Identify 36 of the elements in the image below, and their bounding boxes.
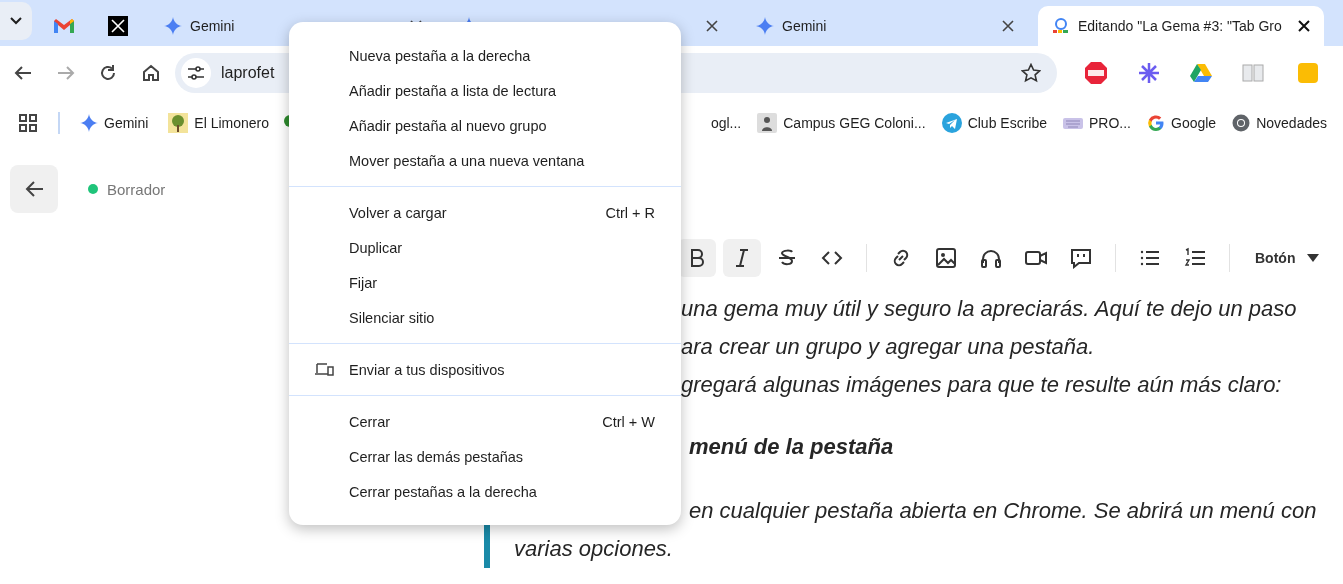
status-label: Borrador — [107, 180, 166, 198]
bookmark[interactable]: Campus GEG Coloni... — [749, 108, 934, 137]
bookmark[interactable]: El Limonero — [160, 108, 278, 137]
bookmark[interactable]: Gemini — [72, 109, 157, 136]
bookmark[interactable]: ogl... — [702, 110, 750, 135]
menu-item[interactable]: Cerrar Ctrl + W — [289, 404, 681, 439]
bookmark[interactable]: Novedades — [1224, 109, 1335, 136]
browser-tab[interactable]: Editando "La Gema #3: "Tab Gro — [1038, 6, 1324, 46]
menu-item[interactable]: Cerrar pestañas a la derecha — [289, 474, 681, 509]
bookmark[interactable]: PRO... — [1055, 110, 1139, 135]
tab-title: Editando "La Gema #3: "Tab Gro — [1078, 18, 1283, 34]
format-dropdown[interactable]: Botón — [1255, 250, 1320, 266]
menu-item[interactable]: Añadir pestaña a lista de lectura — [289, 73, 681, 108]
menu-item[interactable]: Silenciar sitio — [289, 300, 681, 335]
bookmark[interactable]: Google — [1139, 109, 1225, 136]
section-heading: menú de la pestaña — [689, 433, 894, 461]
menu-item[interactable]: Añadir pestaña al nuevo grupo — [289, 108, 681, 143]
paragraph-line: una gema muy útil y seguro la apreciarás. Aquí te dejo un paso — [681, 295, 1297, 323]
address-text: laprofet — [220, 64, 276, 82]
menu-item[interactable]: Fijar — [289, 265, 681, 300]
menu-item[interactable]: Mover pestaña a una nueva ventana — [289, 143, 681, 178]
menu-item[interactable]: Duplicar — [289, 230, 681, 265]
paragraph-line: ara crear un grupo y agregar una pestaña. — [681, 333, 1095, 361]
menu-item[interactable]: Nueva pestaña a la derecha — [289, 38, 681, 73]
paragraph-line: gregará algunas imágenes para que te resulte aún más claro: — [681, 371, 1282, 399]
browser-tab[interactable]: Gemini — [742, 6, 1028, 46]
menu-item[interactable]: Enviar a tus dispositivos — [289, 352, 681, 387]
shortcut-label: Ctrl + R — [605, 204, 655, 221]
shortcut-label: Ctrl + W — [602, 413, 655, 430]
tab-title: Gemini — [190, 18, 236, 34]
tab-title: Gemini — [782, 18, 828, 34]
menu-item[interactable]: Cerrar las demás pestañas — [289, 439, 681, 474]
quote-line: varias opciones. — [514, 535, 673, 563]
bookmark[interactable]: Club Escribe — [933, 108, 1055, 137]
quote-line: en cualquier pestaña abierta en Chrome. Se abrirá un menú con — [689, 497, 1317, 525]
menu-item[interactable]: Volver a cargar Ctrl + R — [289, 195, 681, 230]
